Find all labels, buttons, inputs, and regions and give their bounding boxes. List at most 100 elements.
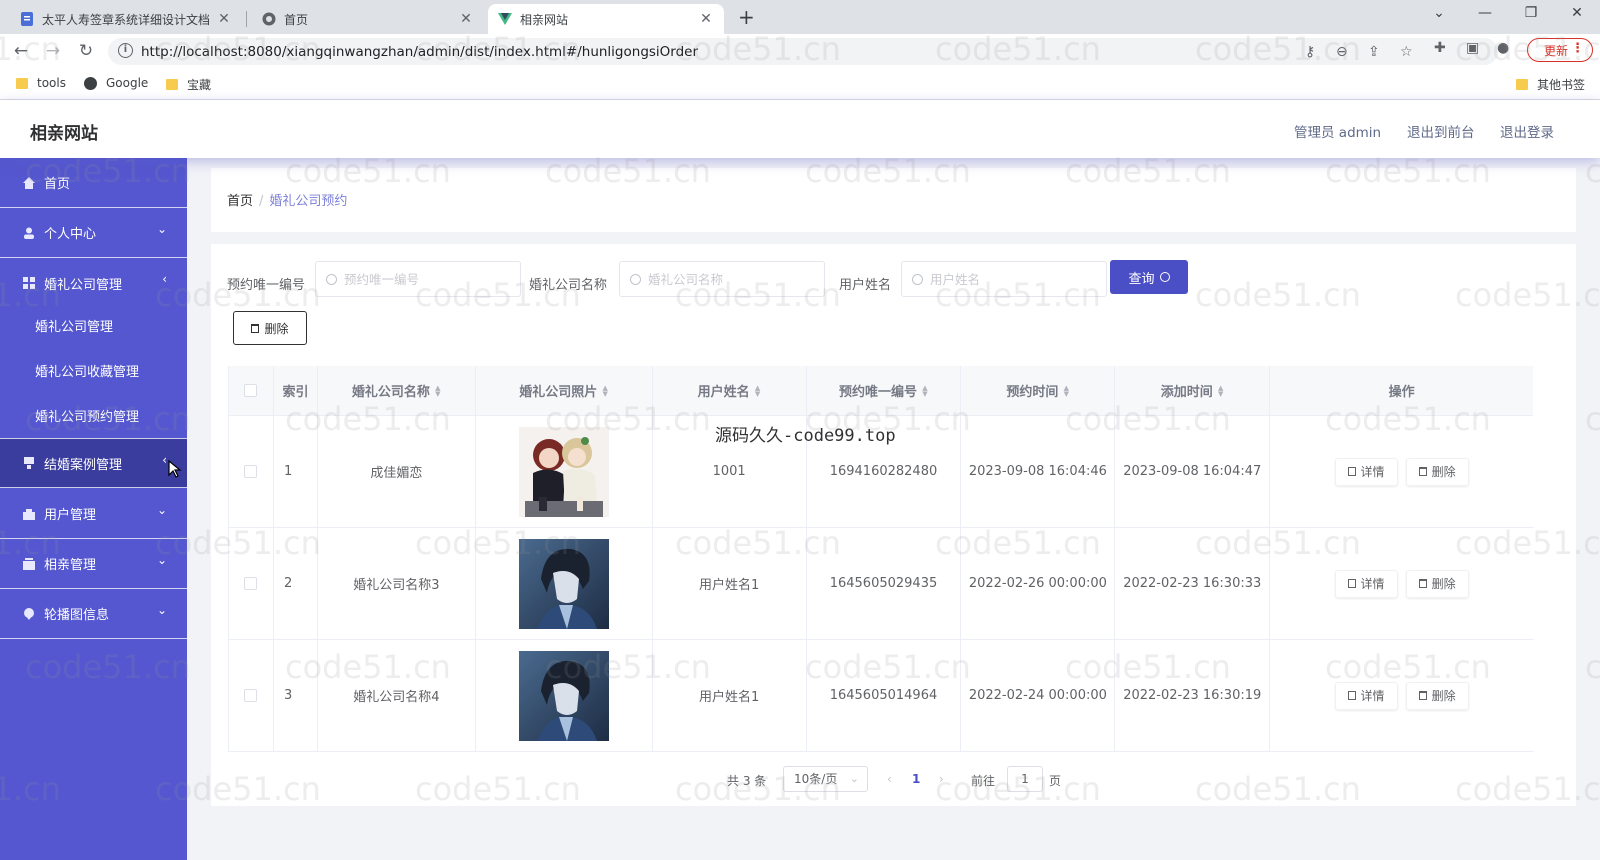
profile-icon[interactable]: ●	[1497, 40, 1509, 56]
bookmark-google[interactable]: Google	[84, 76, 148, 90]
company-photo-anime-girls	[518, 426, 609, 517]
delete-label: 删除	[1431, 689, 1456, 703]
zoom-icon[interactable]: ⊖	[1336, 44, 1348, 60]
key-icon[interactable]: ⚷	[1305, 44, 1315, 60]
site-info-icon[interactable]: i	[118, 43, 133, 58]
header-booking-time[interactable]: 预约时间 ▲ ▼	[961, 366, 1116, 415]
content-card: 预约唯一编号 婚礼公司名称 用户姓名 查询 删除 索引 婚礼公	[211, 244, 1576, 806]
chevron-down-icon: ⌄	[156, 603, 167, 617]
star-icon[interactable]: ☆	[1400, 44, 1413, 60]
header-photo[interactable]: 婚礼公司照片 ▲ ▼	[476, 366, 653, 415]
table-row: 2 婚礼公司名称3 用户姓名1 1645605029435 2022-02-26…	[229, 528, 1533, 640]
search-icon	[630, 273, 641, 285]
batch-delete-button[interactable]: 删除	[233, 311, 307, 345]
document-icon	[1347, 691, 1356, 700]
share-icon[interactable]: ⇪	[1368, 44, 1380, 60]
order-no-field[interactable]	[315, 261, 521, 297]
order-no-input[interactable]	[344, 271, 514, 287]
sidebar-subitem-company-manage[interactable]: 婚礼公司管理	[0, 303, 187, 348]
sidebar-subitem-company-favorites[interactable]: 婚礼公司收藏管理	[0, 348, 187, 393]
sidebar-subitem-company-booking[interactable]: 婚礼公司预约管理	[0, 393, 187, 438]
table-header-row: 索引 婚礼公司名称 ▲ ▼ 婚礼公司照片 ▲ ▼ 用户姓名 ▲ ▼ 预约唯一编号 ▲ ▼ 预约时…	[229, 366, 1533, 416]
chevron-down-icon: ⌄	[156, 503, 167, 517]
header-order-no[interactable]: 预约唯一编号 ▲ ▼	[807, 366, 962, 415]
restore-icon[interactable]: ❐	[1516, 5, 1546, 21]
bookmark-tools[interactable]: tools	[16, 76, 66, 90]
tab-search-icon[interactable]: ⌄	[1424, 5, 1454, 21]
sidebar-item-home[interactable]: 首页	[0, 158, 187, 208]
sidepanel-icon[interactable]: ▣	[1466, 40, 1479, 56]
cell-company: 成佳媚恋	[318, 416, 476, 527]
delete-button[interactable]: 删除	[1405, 457, 1469, 486]
goto-page-input[interactable]: 1	[1007, 766, 1043, 792]
row-checkbox[interactable]	[244, 689, 258, 702]
username-input[interactable]	[930, 271, 1100, 287]
sort-icon[interactable]: ▲ ▼	[1218, 384, 1224, 397]
update-button[interactable]: 更新 ⋮	[1527, 38, 1593, 62]
forward-icon[interactable]: →	[42, 41, 64, 61]
reload-icon[interactable]: ↻	[75, 41, 97, 61]
new-tab-icon[interactable]: +	[738, 5, 755, 29]
detail-button[interactable]: 详情	[1334, 569, 1398, 598]
window-close-icon[interactable]: ✕	[1562, 5, 1592, 21]
browser-tab-home[interactable]: 首页 ✕	[252, 4, 484, 34]
bookmark-label: Google	[106, 76, 149, 90]
detail-button[interactable]: 详情	[1334, 681, 1398, 710]
trash-icon	[1418, 467, 1427, 476]
browser-tab-active[interactable]: 相亲网站 ✕	[488, 4, 724, 34]
omnibox[interactable]: i http://localhost:8080/xiangqinwangzhan…	[108, 38, 1498, 65]
admin-user-label: 管理员 admin	[1294, 125, 1382, 141]
minimize-icon[interactable]: —	[1470, 5, 1500, 21]
sidebar-item-dating[interactable]: 相亲管理 ⌄	[0, 539, 187, 589]
back-icon[interactable]: ←	[10, 41, 32, 61]
sidebar-item-profile[interactable]: 个人中心 ⌄	[0, 208, 187, 258]
select-all-checkbox[interactable]	[244, 384, 258, 397]
detail-button[interactable]: 详情	[1334, 457, 1398, 486]
cell-order-no: 1645605014964	[807, 640, 962, 751]
sort-icon[interactable]: ▲ ▼	[1063, 384, 1069, 397]
delete-button[interactable]: 删除	[1405, 569, 1469, 598]
close-tab-icon[interactable]: ✕	[698, 11, 714, 27]
close-tab-icon[interactable]: ✕	[216, 11, 232, 27]
header-username[interactable]: 用户姓名 ▲ ▼	[653, 366, 807, 415]
box-icon	[22, 557, 35, 570]
page-number-current[interactable]: 1	[912, 772, 920, 786]
bookmark-other[interactable]: 其他书签	[1516, 76, 1585, 93]
header-added-time[interactable]: 添加时间 ▲ ▼	[1115, 366, 1271, 415]
trash-icon	[251, 323, 260, 333]
sort-icon[interactable]: ▲ ▼	[922, 384, 928, 397]
prev-page-icon[interactable]: ‹	[887, 772, 892, 786]
sort-icon[interactable]: ▲ ▼	[755, 384, 761, 397]
username-field[interactable]	[901, 261, 1107, 297]
grid-icon	[22, 277, 35, 290]
query-button[interactable]: 查询	[1110, 260, 1188, 294]
breadcrumb-home[interactable]: 首页	[227, 194, 253, 209]
sort-icon[interactable]: ▲ ▼	[435, 384, 441, 397]
sort-icon[interactable]: ▲ ▼	[602, 384, 608, 397]
next-page-icon[interactable]: ›	[939, 772, 944, 786]
sidebar-item-company[interactable]: 婚礼公司管理 ‹	[0, 258, 187, 308]
tab-separator	[246, 11, 247, 27]
sidebar-item-carousel[interactable]: 轮播图信息 ⌄	[0, 589, 187, 639]
globe-icon	[84, 76, 97, 90]
search-icon	[1159, 272, 1170, 282]
row-checkbox[interactable]	[244, 577, 258, 590]
company-name-input[interactable]	[648, 271, 818, 287]
cell-index: 3	[274, 640, 318, 751]
browser-tab-doc[interactable]: 太平人寿签章系统详细设计文档 ✕	[10, 4, 242, 34]
close-tab-icon[interactable]: ✕	[458, 11, 474, 27]
extensions-icon[interactable]: ✚	[1434, 40, 1446, 56]
sidebar-item-users[interactable]: 用户管理 ⌄	[0, 489, 187, 539]
bookmarks-bar: tools Google 宝藏 其他书签	[0, 68, 1600, 100]
page-size-select[interactable]: 10条/页 ⌄	[783, 766, 868, 792]
header-company[interactable]: 婚礼公司名称 ▲ ▼	[318, 366, 476, 415]
more-icon: ⋮	[1571, 41, 1584, 56]
company-name-field[interactable]	[619, 261, 825, 297]
logout-link[interactable]: 退出登录	[1500, 121, 1554, 141]
sidebar-item-wedding-cases[interactable]: 结婚案例管理 ‹	[0, 438, 187, 488]
delete-button[interactable]: 删除	[1405, 681, 1469, 710]
exit-to-front-link[interactable]: 退出到前台	[1407, 121, 1475, 141]
bookmark-treasure[interactable]: 宝藏	[166, 76, 211, 93]
url-text[interactable]: http://localhost:8080/xiangqinwangzhan/a…	[141, 44, 698, 60]
row-checkbox[interactable]	[244, 465, 258, 478]
